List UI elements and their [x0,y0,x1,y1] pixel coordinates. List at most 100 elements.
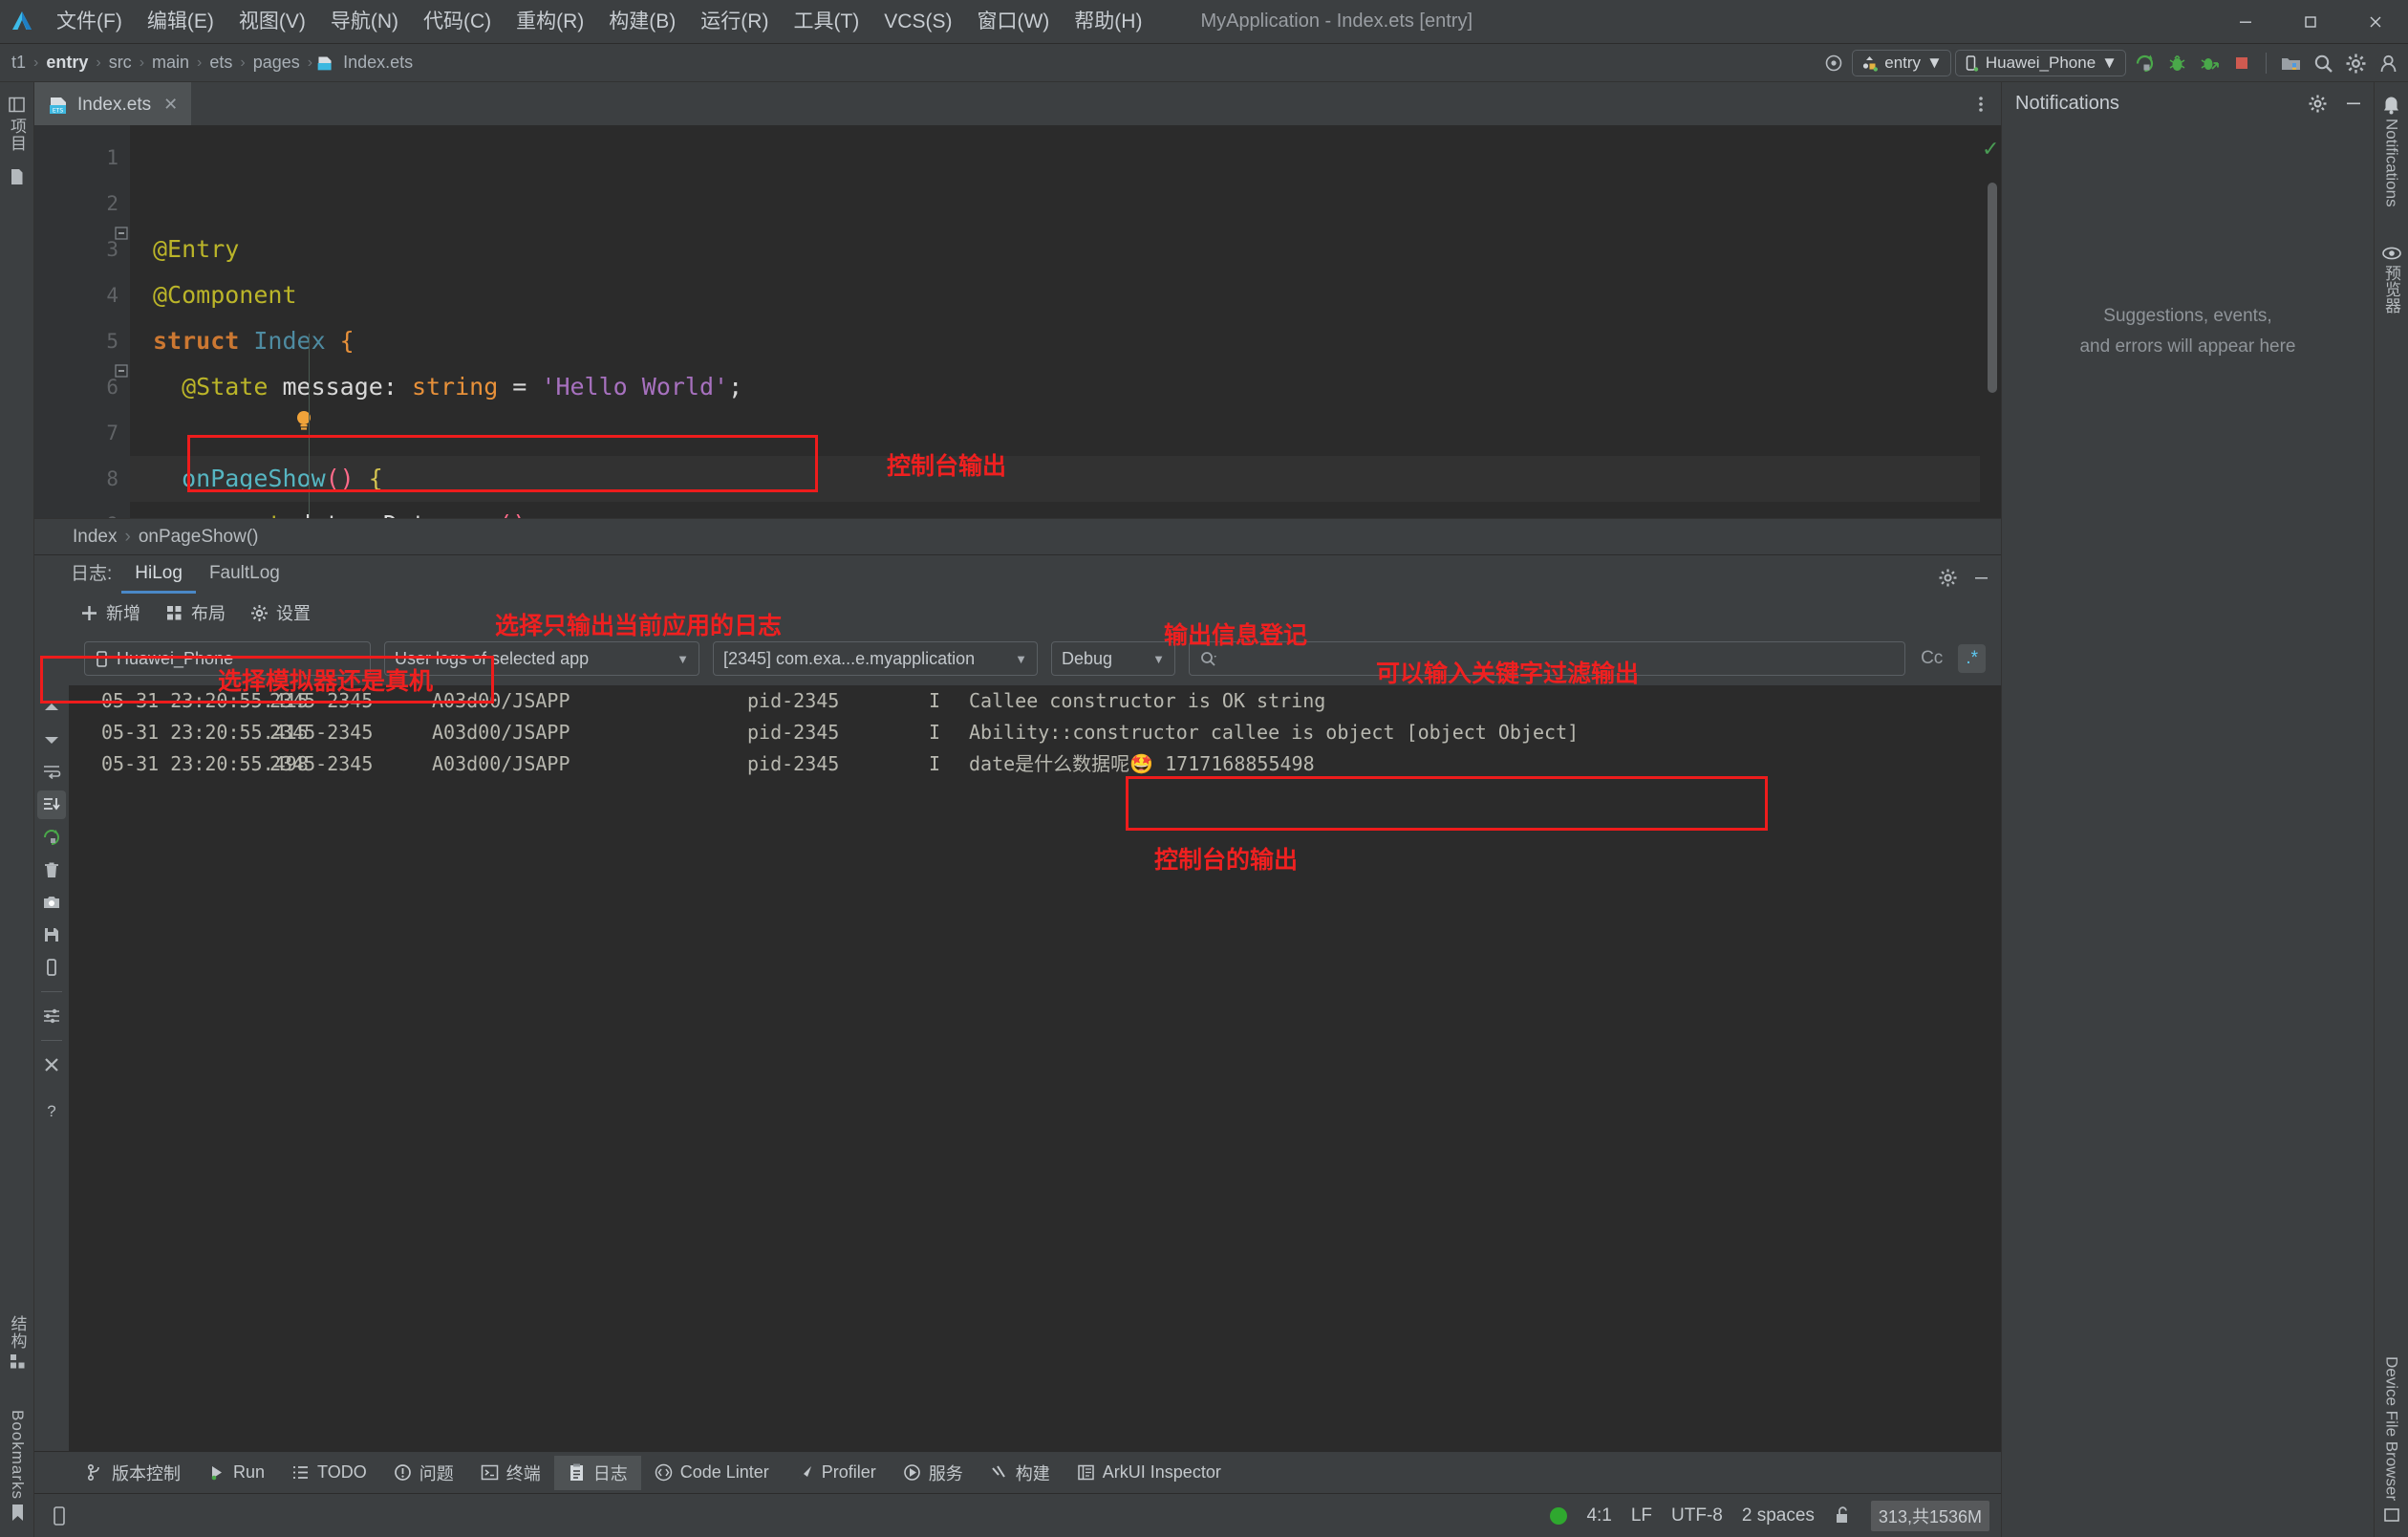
sidebar-item-previewer[interactable]: 预览器 [2379,240,2403,319]
menu-code[interactable]: 代码(C) [411,0,504,44]
scroll-to-end-icon[interactable] [37,790,66,819]
sidebar-item-file[interactable] [8,162,26,192]
filter-settings-icon[interactable] [37,1002,66,1030]
menu-run[interactable]: 运行(R) [688,0,781,44]
status-services[interactable]: 服务 [890,1456,977,1490]
window-maximize-button[interactable] [2278,0,2343,44]
log-settings-button[interactable]: 设置 [250,600,311,625]
breadcrumb-item-src[interactable]: src [105,53,136,73]
breadcrumb-class[interactable]: Index [73,527,117,548]
caret-position[interactable]: 4:1 [1586,1505,1611,1526]
sidebar-item-project[interactable]: 项目 [5,90,29,158]
code-line[interactable]: struct Index { [130,318,1980,364]
tab-faultlog[interactable]: FaultLog [196,563,293,594]
soft-wrap-icon[interactable] [37,758,66,787]
status-terminal[interactable]: 终端 [467,1456,554,1490]
tab-hilog[interactable]: HiLog [121,563,196,594]
menu-file[interactable]: 文件(F) [44,0,135,44]
status-code-linter[interactable]: Code Linter [641,1456,783,1490]
sidebar-item-notifications[interactable]: Notifications [2382,90,2401,213]
breadcrumb-method[interactable]: onPageShow() [139,527,259,548]
status-problems[interactable]: 问题 [380,1456,467,1490]
menu-navigate[interactable]: 导航(N) [318,0,411,44]
log-output[interactable]: 05-31 23:20:55.4152345-2345A03d00/JSAPPp… [69,685,2001,1451]
editor-tab-index-ets[interactable]: ETS Index.ets ✕ [34,82,191,125]
debug-icon[interactable] [2162,49,2191,77]
device-manager-icon[interactable] [50,1505,69,1526]
fold-marker-method[interactable] [115,364,130,379]
code-line[interactable] [130,410,1980,456]
file-encoding[interactable]: UTF-8 [1671,1505,1723,1526]
editor-scrollbar[interactable] [1988,183,1997,393]
module-selector[interactable]: entry ▼ [1852,50,1951,76]
help-question-icon[interactable]: ? [37,1096,66,1125]
breadcrumb-item-Index-ets[interactable]: Index.ets [339,53,417,73]
log-row[interactable]: 05-31 23:20:55.4152345-2345A03d00/JSAPPp… [69,717,2001,748]
scroll-up-icon[interactable] [37,693,66,722]
status-version-control[interactable]: 版本控制 [73,1456,194,1490]
line-separator[interactable]: LF [1631,1505,1652,1526]
editor-options-button[interactable] [1970,82,1991,125]
search-icon[interactable] [2309,49,2337,77]
memory-indicator[interactable]: 313,共1536M [1871,1501,1989,1531]
menu-window[interactable]: 窗口(W) [964,0,1062,44]
status-build[interactable]: 构建 [977,1456,1064,1490]
log-layout-button[interactable]: 布局 [165,600,226,625]
menu-edit[interactable]: 编辑(E) [135,0,226,44]
status-profiler[interactable]: Profiler [783,1456,890,1490]
code-line[interactable]: @Component [130,272,1980,318]
status-todo[interactable]: TODO [278,1456,380,1490]
menu-refactor[interactable]: 重构(R) [504,0,596,44]
log-level-select[interactable]: Debug ▼ [1051,641,1175,676]
settings-gear-icon[interactable] [1938,568,1958,588]
sidebar-item-structure[interactable]: 结构 [6,1310,30,1375]
breadcrumb-item-main[interactable]: main [148,53,193,73]
process-select[interactable]: [2345] com.exa...e.myapplication ▼ [713,641,1038,676]
clear-trash-icon[interactable] [37,855,66,884]
scroll-down-icon[interactable] [37,725,66,754]
device-selector[interactable]: Huawei_Phone ▼ [1955,50,2126,76]
fold-marker-struct[interactable] [115,227,130,242]
stop-icon[interactable] [2227,49,2256,77]
breadcrumb-item-ets[interactable]: ets [205,53,236,73]
match-case-toggle[interactable]: Cc [1919,648,1945,669]
code-text[interactable]: @Entry@Componentstruct Index { @State me… [130,125,1980,518]
breadcrumb-item-t1[interactable]: t1 [8,53,30,73]
restart-icon[interactable] [37,823,66,852]
log-add-button[interactable]: 新增 [80,600,140,625]
screenshot-camera-icon[interactable] [37,888,66,917]
window-minimize-button[interactable] [2213,0,2278,44]
window-close-button[interactable] [2343,0,2408,44]
run-icon[interactable] [2130,49,2159,77]
project-structure-icon[interactable] [2276,49,2305,77]
profile-debug-icon[interactable] [2195,49,2224,77]
indent-setting[interactable]: 2 spaces [1742,1505,1815,1526]
minimize-icon[interactable] [1971,568,1991,588]
device-phone-icon[interactable] [37,953,66,982]
menu-view[interactable]: 视图(V) [226,0,318,44]
status-arkui-inspector[interactable]: ArkUI Inspector [1064,1456,1235,1490]
account-icon[interactable] [2374,49,2402,77]
menu-vcs[interactable]: VCS(S) [871,0,964,44]
menu-tools[interactable]: 工具(T) [781,0,871,44]
breadcrumb-item-pages[interactable]: pages [249,53,304,73]
menu-help[interactable]: 帮助(H) [1062,0,1154,44]
breadcrumb-item-entry[interactable]: entry [42,53,92,73]
status-log[interactable]: 日志 [554,1456,641,1490]
minimize-icon[interactable] [2343,93,2364,114]
notifications-hint-line2: and errors will appear here [2079,336,2295,357]
close-icon[interactable]: ✕ [163,95,178,115]
code-line[interactable]: @Entry [130,227,1980,272]
menu-build[interactable]: 构建(B) [596,0,688,44]
settings-gear-icon[interactable] [2308,94,2328,114]
target-icon[interactable] [1819,49,1848,77]
unlocked-icon[interactable] [1834,1505,1852,1526]
sidebar-item-bookmarks[interactable]: Bookmarks [8,1404,27,1527]
log-row[interactable]: 05-31 23:20:55.4982345-2345A03d00/JSAPPp… [69,748,2001,780]
save-disk-icon[interactable] [37,920,66,949]
status-run[interactable]: Run [194,1456,278,1490]
regex-toggle[interactable]: .* [1958,644,1986,673]
lightbulb-icon[interactable] [292,316,313,341]
close-x-icon[interactable] [37,1050,66,1079]
settings-gear-icon[interactable] [2341,49,2370,77]
